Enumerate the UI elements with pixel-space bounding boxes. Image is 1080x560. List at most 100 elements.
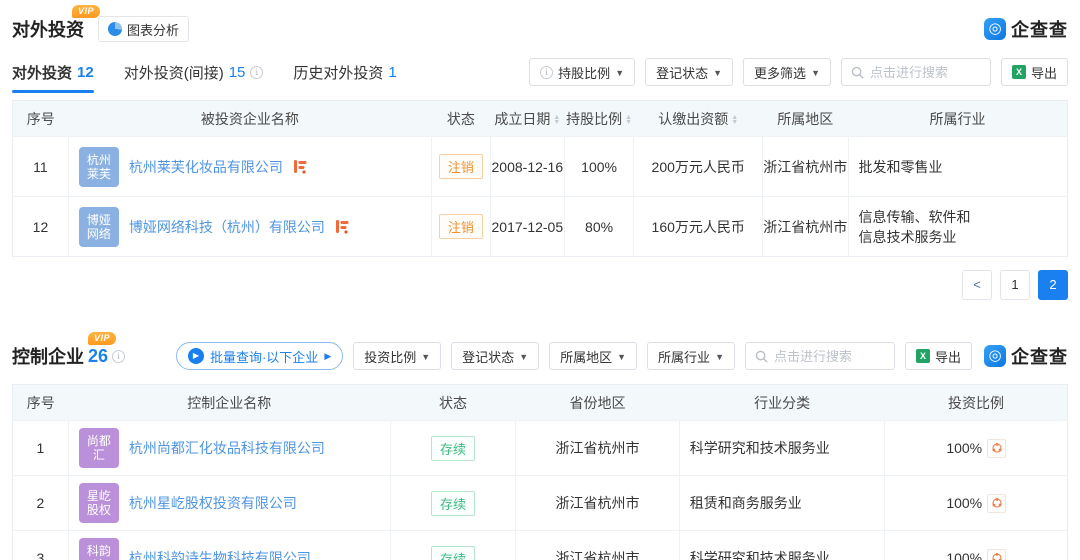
col-shareholding-ratio[interactable]: 持股比例▲▼ <box>564 101 634 137</box>
cell-region: 浙江省杭州市 <box>763 197 848 257</box>
filter-registration-status[interactable]: 登记状态 ▼ <box>645 58 733 86</box>
equity-penetration-icon[interactable] <box>987 494 1006 513</box>
chevron-down-icon: ▼ <box>615 68 624 78</box>
pagination: < 1 2 <box>12 270 1068 300</box>
table-row: 1 尚都 汇 杭州尚都汇化妆品科技有限公司 存续 浙江省杭州市 科学研究和技术服… <box>13 421 1068 476</box>
sort-icon[interactable]: ▲▼ <box>625 115 632 125</box>
cell-ratio: 80% <box>564 197 634 257</box>
filter-more[interactable]: 更多筛选 ▼ <box>743 58 831 86</box>
sort-icon[interactable]: ▲▼ <box>553 115 560 125</box>
info-icon[interactable]: i <box>112 350 125 363</box>
filter-industry[interactable]: 所属行业 ▼ <box>647 342 735 370</box>
cell-index: 3 <box>13 531 69 560</box>
cell-industry: 科学研究和技术服务业 <box>679 531 885 560</box>
col-index: 序号 <box>13 385 69 421</box>
company-logo: 杭州 莱芙 <box>79 147 119 187</box>
filter-registration-status[interactable]: 登记状态 ▼ <box>451 342 539 370</box>
search-input[interactable] <box>774 349 884 364</box>
tab-count: 15 <box>229 64 246 81</box>
cell-amount: 200万元人民币 <box>634 137 763 197</box>
company-cell: 星屹 股权 杭州星屹股权投资有限公司 <box>69 483 390 523</box>
cell-industry: 批发和零售业 <box>859 157 943 177</box>
tabs-and-toolbar: 对外投资 12 对外投资(间接) 15 i 历史对外投资 1 i 持股比例 ▼ … <box>12 58 1068 86</box>
tab-outbound-investment[interactable]: 对外投资 12 <box>12 62 94 83</box>
cell-industry: 科学研究和技术服务业 <box>679 421 885 476</box>
col-region: 所属地区 <box>763 101 848 137</box>
status-badge: 注销 <box>439 154 483 179</box>
page-title-controlled-enterprises: 控制企业 <box>12 343 84 369</box>
company-logo: 星屹 股权 <box>79 483 119 523</box>
table-row: 12 博娅 网络 博娅网络科技（杭州）有限公司 注销 2017-12-05 80… <box>13 197 1068 257</box>
cell-industry: 租赁和商务服务业 <box>679 476 885 531</box>
equity-penetration-icon[interactable] <box>987 439 1006 458</box>
table-row: 2 星屹 股权 杭州星屹股权投资有限公司 存续 浙江省杭州市 租赁和商务服务业 … <box>13 476 1068 531</box>
company-link[interactable]: 杭州科韵诗生物科技有限公司 <box>129 548 311 560</box>
company-logo: 博娅 网络 <box>79 207 119 247</box>
info-icon[interactable]: i <box>250 66 263 79</box>
batch-query-label: 批量查询·以下企业 <box>210 347 318 366</box>
filter-shareholding-ratio[interactable]: i 持股比例 ▼ <box>529 58 635 86</box>
col-industry: 所属行业 <box>848 101 1067 137</box>
qichacha-logo: ◎ 企查查 <box>984 16 1068 42</box>
chevron-down-icon: ▼ <box>811 68 820 78</box>
equity-structure-icon[interactable] <box>293 159 308 174</box>
arrow-right-icon: ▶ <box>324 351 331 362</box>
chart-analysis-label: 图表分析 <box>127 20 179 39</box>
cell-date: 2017-12-05 <box>490 197 564 257</box>
equity-structure-icon[interactable] <box>335 219 350 234</box>
company-link[interactable]: 杭州星屹股权投资有限公司 <box>129 493 297 513</box>
equity-penetration-icon[interactable] <box>987 549 1006 560</box>
col-company-name: 被投资企业名称 <box>68 101 431 137</box>
export-button[interactable]: X 导出 <box>1001 58 1068 86</box>
export-label: 导出 <box>1031 63 1057 82</box>
tab-list: 对外投资 12 对外投资(间接) 15 i 历史对外投资 1 <box>12 62 397 83</box>
controlled-enterprises-count: 26 <box>88 346 108 367</box>
col-investment-ratio: 投资比例 <box>885 385 1068 421</box>
col-founded-date[interactable]: 成立日期▲▼ <box>490 101 564 137</box>
company-logo: 尚都 汇 <box>79 428 119 468</box>
chevron-down-icon: ▼ <box>617 352 626 362</box>
cell-industry: 信息传输、软件和信息技术服务业 <box>859 207 981 247</box>
filter-region[interactable]: 所属地区 ▼ <box>549 342 637 370</box>
company-cell: 博娅 网络 博娅网络科技（杭州）有限公司 <box>69 207 431 247</box>
export-label: 导出 <box>935 347 961 366</box>
cell-region: 浙江省杭州市 <box>763 137 848 197</box>
pagination-page-2[interactable]: 2 <box>1038 270 1068 300</box>
controlled-enterprises-table: 序号 控制企业名称 状态 省份地区 行业分类 投资比例 1 尚都 汇 杭州尚都汇… <box>12 384 1068 560</box>
filter-label: 所属地区 <box>560 347 612 366</box>
col-subscribed-capital[interactable]: 认缴出资额▲▼ <box>634 101 763 137</box>
export-button[interactable]: X 导出 <box>905 342 972 370</box>
pagination-prev-button[interactable]: < <box>962 270 992 300</box>
chevron-down-icon: ▼ <box>713 68 722 78</box>
cell-investment-ratio: 100% <box>946 494 1006 513</box>
tab-label: 对外投资(间接) <box>124 62 224 83</box>
batch-query-button[interactable]: ▶ 批量查询·以下企业 ▶ <box>176 342 343 370</box>
col-province-region: 省份地区 <box>516 385 680 421</box>
pagination-page-1[interactable]: 1 <box>1000 270 1030 300</box>
filter-label: 登记状态 <box>656 63 708 82</box>
company-link[interactable]: 杭州尚都汇化妆品科技有限公司 <box>129 438 325 458</box>
filter-label: 投资比例 <box>364 347 416 366</box>
table-row: 11 杭州 莱芙 杭州莱芙化妆品有限公司 注销 2008-12-16 100% … <box>13 137 1068 197</box>
company-logo: 科韵 诗 <box>79 538 119 560</box>
qichacha-logo-icon: ◎ <box>984 18 1006 40</box>
qichacha-logo-icon: ◎ <box>984 345 1006 367</box>
table1-toolbar: i 持股比例 ▼ 登记状态 ▼ 更多筛选 ▼ X 导出 <box>529 58 1068 86</box>
search-input[interactable] <box>870 65 980 80</box>
status-badge: 存续 <box>431 546 475 560</box>
tab-history-outbound-investment[interactable]: 历史对外投资 1 <box>293 62 396 83</box>
cell-index: 2 <box>13 476 69 531</box>
chevron-down-icon: ▼ <box>715 352 724 362</box>
filter-label: 更多筛选 <box>754 63 806 82</box>
table1-header-row: 序号 被投资企业名称 状态 成立日期▲▼ 持股比例▲▼ 认缴出资额▲▼ 所属地区… <box>13 101 1068 137</box>
company-link[interactable]: 博娅网络科技（杭州）有限公司 <box>129 217 325 237</box>
cell-investment-ratio: 100% <box>946 439 1006 458</box>
cell-amount: 160万元人民币 <box>634 197 763 257</box>
tab-outbound-investment-indirect[interactable]: 对外投资(间接) 15 i <box>124 62 264 83</box>
filter-investment-ratio[interactable]: 投资比例 ▼ <box>353 342 441 370</box>
sort-icon[interactable]: ▲▼ <box>731 115 738 125</box>
chevron-down-icon: ▼ <box>421 352 430 362</box>
company-link[interactable]: 杭州莱芙化妆品有限公司 <box>129 157 283 177</box>
chart-analysis-button[interactable]: 图表分析 <box>98 16 189 42</box>
qichacha-logo: ◎ 企查查 <box>984 343 1068 369</box>
